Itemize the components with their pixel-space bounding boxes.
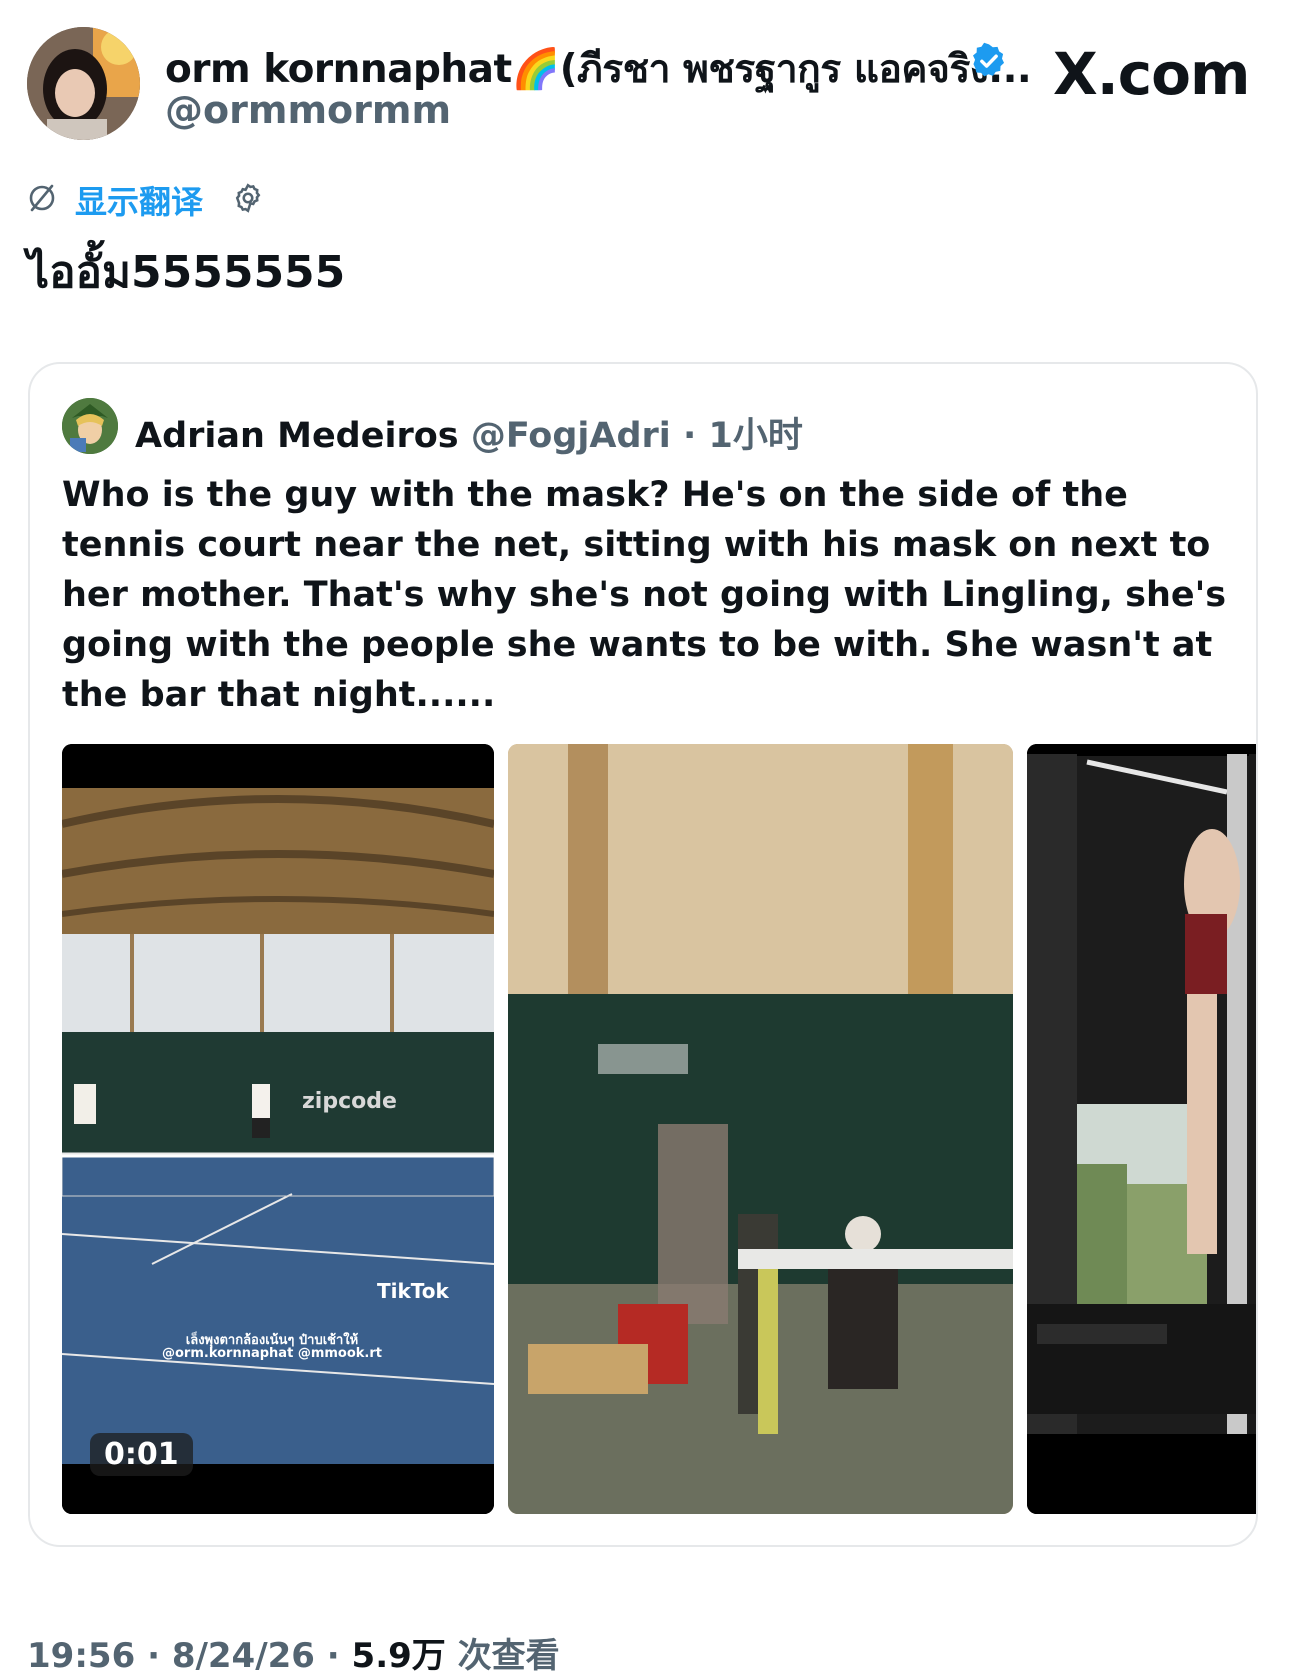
media-video-thumbnail[interactable]: zipcode TikTok เล็งพุงตากล้องเน้นๆ ป๋าบเ… [62, 744, 494, 1514]
quote-author-name[interactable]: Adrian Medeiros [135, 416, 459, 456]
quote-author-line: Adrian Medeiros @FogjAdri · 1小时 [135, 407, 803, 458]
quoted-post-card[interactable]: Adrian Medeiros @FogjAdri · 1小时 Who is t… [28, 362, 1258, 1547]
court-sign-text: zipcode [302, 1089, 397, 1114]
gym-photo [1027, 744, 1256, 1514]
post-meta-footer: 19:56 · 8/24/26 · 5.9万 次查看 [27, 1628, 560, 1677]
view-count: 5.9万 [351, 1636, 446, 1676]
footer-separator: · [314, 1636, 352, 1676]
video-caption-line2: @orm.kornnaphat @mmook.rt [162, 1346, 382, 1361]
x-brand-label: X.com [1053, 40, 1250, 108]
tiktok-watermark: TikTok [377, 1279, 449, 1303]
quote-author-avatar[interactable] [62, 398, 118, 454]
show-translation-link[interactable]: 显示翻译 [75, 177, 203, 223]
quote-timestamp[interactable]: 1小时 [708, 416, 802, 456]
author-avatar[interactable] [27, 27, 140, 140]
quote-author-handle[interactable]: @FogjAdri [471, 416, 671, 456]
post-text: ไออั้ม5555555 [27, 247, 346, 298]
court-side-photo [508, 744, 1013, 1514]
post-date[interactable]: 8/24/26 [172, 1636, 315, 1676]
verified-badge-icon [970, 42, 1008, 80]
author-handle[interactable]: @ormmormm [165, 88, 451, 132]
tennis-court-image [62, 744, 494, 1514]
post-time[interactable]: 19:56 [27, 1636, 135, 1676]
footer-separator: · [135, 1636, 172, 1676]
view-count-label: 次查看 [445, 1636, 560, 1676]
translate-row: 显示翻译 [27, 178, 265, 222]
video-duration-badge: 0:01 [90, 1433, 193, 1476]
media-image-3[interactable] [1027, 744, 1256, 1514]
quote-text: Who is the guy with the mask? He's on th… [62, 475, 1227, 715]
media-image-2[interactable] [508, 744, 1013, 1514]
quote-separator: · [683, 416, 697, 456]
gear-icon[interactable] [231, 181, 265, 219]
translate-icon [27, 183, 57, 217]
